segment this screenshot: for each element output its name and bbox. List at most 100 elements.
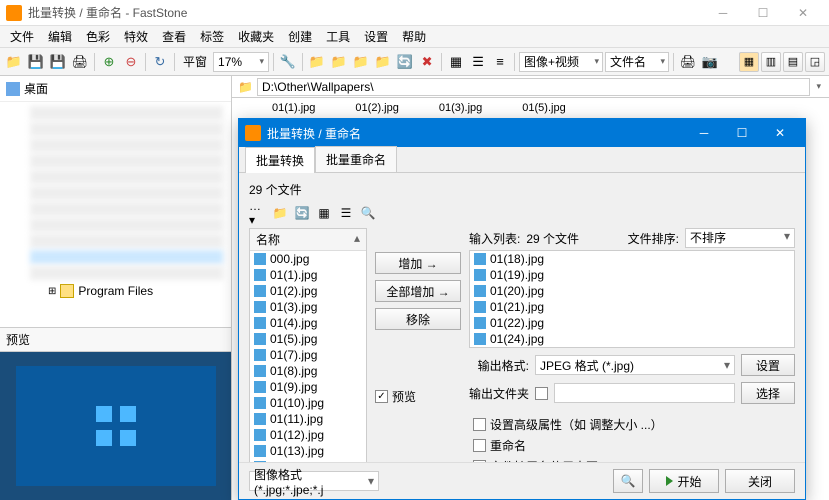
menu-tools[interactable]: 工具 (320, 26, 356, 47)
tb-fld4-icon[interactable]: 📁 (373, 52, 393, 72)
menu-favorites[interactable]: 收藏夹 (232, 26, 280, 47)
menu-settings[interactable]: 设置 (358, 26, 394, 47)
file-item[interactable]: 01(8).jpg (250, 363, 366, 379)
tree-item[interactable] (30, 186, 223, 200)
tb-rotate-icon[interactable]: ↻ (150, 52, 170, 72)
tree-item[interactable] (30, 234, 223, 248)
chk-advanced[interactable] (473, 418, 486, 431)
layout-btn-3[interactable]: ▤ (783, 52, 803, 72)
file-item[interactable]: 01(18).jpg (470, 251, 794, 267)
output-format-combo[interactable]: JPEG 格式 (*.jpg) (535, 355, 735, 375)
thumb-label[interactable]: 01(2).jpg (355, 102, 398, 114)
file-item[interactable]: 01(4).jpg (250, 315, 366, 331)
file-item[interactable]: 01(19).jpg (470, 267, 794, 283)
menu-view[interactable]: 查看 (156, 26, 192, 47)
filter-name-combo[interactable]: 文件名 (605, 52, 669, 72)
thumbnail-area[interactable]: 01(1).jpg 01(2).jpg 01(3).jpg 01(5).jpg (232, 98, 829, 118)
folder-tree[interactable]: ⊞ Program Files (0, 102, 231, 327)
tb-open-icon[interactable]: 📁 (4, 52, 24, 72)
menu-edit[interactable]: 编辑 (42, 26, 78, 47)
src-tb-refresh-icon[interactable]: 🔄 (293, 204, 311, 222)
tb-tool1-icon[interactable]: 🔧 (278, 52, 298, 72)
menu-help[interactable]: 帮助 (396, 26, 432, 47)
src-tb-grid-icon[interactable]: ▦ (315, 204, 333, 222)
file-item[interactable]: 01(1).jpg (250, 267, 366, 283)
tree-item-program-files[interactable]: ⊞ Program Files (2, 282, 229, 300)
tb-fld2-icon[interactable]: 📁 (329, 52, 349, 72)
add-all-button[interactable]: 全部增加 → (375, 280, 461, 302)
preview-checkbox[interactable] (375, 390, 388, 403)
src-tb-search-icon[interactable]: 🔍 (359, 204, 377, 222)
tree-item[interactable] (30, 138, 223, 152)
menu-color[interactable]: 色彩 (80, 26, 116, 47)
minimize-button[interactable]: ─ (703, 3, 743, 23)
layout-btn-4[interactable]: ◲ (805, 52, 825, 72)
dialog-maximize-button[interactable]: ☐ (723, 122, 761, 144)
tab-batch-convert[interactable]: 批量转换 (245, 147, 315, 173)
output-folder-checkbox[interactable] (535, 387, 548, 400)
tb-fld3-icon[interactable]: 📁 (351, 52, 371, 72)
settings-button[interactable]: 设置 (741, 354, 795, 376)
tree-item[interactable] (30, 170, 223, 184)
close-dialog-button[interactable]: 关闭 (725, 469, 795, 493)
file-item[interactable]: 01(21).jpg (470, 299, 794, 315)
file-item[interactable]: 01(12).jpg (250, 427, 366, 443)
tb-del-icon[interactable]: ✖ (417, 52, 437, 72)
source-file-list[interactable]: 名称▴ 000.jpg01(1).jpg01(2).jpg01(3).jpg01… (249, 228, 367, 462)
tree-item[interactable] (30, 266, 223, 280)
browse-button[interactable]: 选择 (741, 382, 795, 404)
file-item[interactable]: 01(24).jpg (470, 331, 794, 347)
dialog-close-button[interactable]: ✕ (761, 122, 799, 144)
menu-file[interactable]: 文件 (4, 26, 40, 47)
path-input[interactable]: D:\Other\Wallpapers\ (257, 78, 811, 96)
zoom-combo[interactable]: 17%▾ (213, 52, 269, 72)
tb-ex2-icon[interactable]: 📷 (700, 52, 720, 72)
path-dropdown-icon[interactable]: ▾ (810, 81, 827, 92)
src-header-name[interactable]: 名称 (250, 229, 348, 250)
filter-media-combo[interactable]: 图像+视频 (519, 52, 603, 72)
tree-root-label[interactable]: 桌面 (24, 80, 48, 97)
maximize-button[interactable]: ☐ (743, 3, 783, 23)
src-tb-list-icon[interactable]: ☰ (337, 204, 355, 222)
thumb-label[interactable]: 01(5).jpg (522, 102, 565, 114)
add-button[interactable]: 增加 → (375, 252, 461, 274)
tb-fld1-icon[interactable]: 📁 (307, 52, 327, 72)
tb-undo-icon[interactable]: ⊕ (99, 52, 119, 72)
file-item[interactable]: 01(22).jpg (470, 315, 794, 331)
file-item[interactable]: 01(10).jpg (250, 395, 366, 411)
tb-print-icon[interactable]: 🖨 (70, 52, 90, 72)
file-item[interactable]: 01(13).jpg (250, 443, 366, 459)
tree-item[interactable] (30, 218, 223, 232)
output-folder-input[interactable] (554, 383, 735, 403)
tree-item[interactable] (30, 122, 223, 136)
file-item[interactable]: 000.jpg (250, 251, 366, 267)
remove-button[interactable]: 移除 (375, 308, 461, 330)
footer-search-button[interactable]: 🔍 (613, 469, 643, 493)
thumb-label[interactable]: 01(1).jpg (272, 102, 315, 114)
layout-btn-1[interactable]: ▦ (739, 52, 759, 72)
start-button[interactable]: 开始 (649, 469, 719, 493)
thumb-label[interactable]: 01(3).jpg (439, 102, 482, 114)
src-tb-more-icon[interactable]: …▾ (249, 204, 267, 222)
menu-create[interactable]: 创建 (282, 26, 318, 47)
tb-view2-icon[interactable]: ☰ (468, 52, 488, 72)
tree-item[interactable] (30, 250, 223, 264)
src-tb-up-icon[interactable]: 📁 (271, 204, 289, 222)
menu-tags[interactable]: 标签 (194, 26, 230, 47)
tb-ref-icon[interactable]: 🔄 (395, 52, 415, 72)
tree-item[interactable] (30, 106, 223, 120)
file-item[interactable]: 01(20).jpg (470, 283, 794, 299)
file-item[interactable]: 01(7).jpg (250, 347, 366, 363)
tb-view1-icon[interactable]: ▦ (446, 52, 466, 72)
file-item[interactable]: 01(11).jpg (250, 411, 366, 427)
tab-batch-rename[interactable]: 批量重命名 (315, 146, 397, 172)
file-item[interactable]: 01(2).jpg (250, 283, 366, 299)
dialog-titlebar[interactable]: 批量转换 / 重命名 ─ ☐ ✕ (239, 119, 805, 147)
menu-effects[interactable]: 特效 (118, 26, 154, 47)
tb-saveall-icon[interactable]: 💾 (48, 52, 68, 72)
file-item[interactable]: 01(3).jpg (250, 299, 366, 315)
chk-rename[interactable] (473, 439, 486, 452)
tb-save-icon[interactable]: 💾 (26, 52, 46, 72)
tb-view3-icon[interactable]: ≡ (490, 52, 510, 72)
tree-item[interactable] (30, 154, 223, 168)
